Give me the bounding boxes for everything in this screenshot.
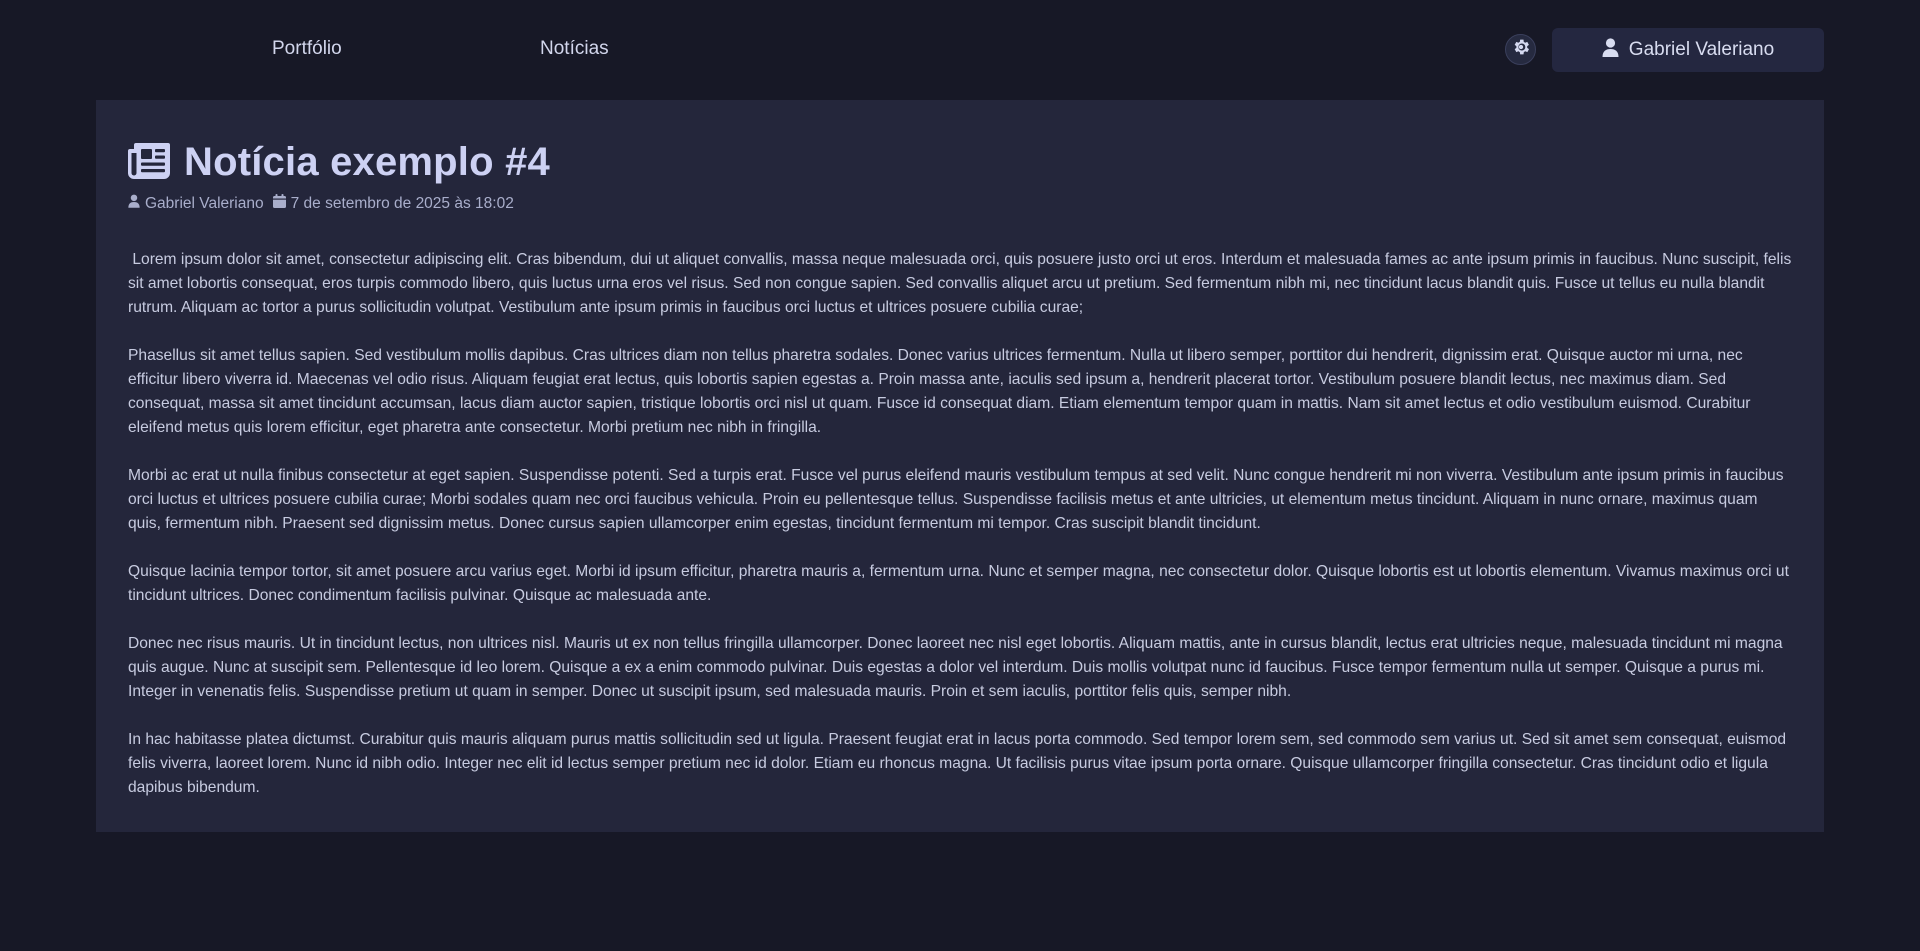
article-meta: Gabriel Valeriano 7 de setembro de 2025 … xyxy=(128,194,523,213)
author-name: Gabriel Valeriano xyxy=(145,194,264,212)
article-card: Notícia exemplo #4 Gabriel Valeriano 7 d… xyxy=(96,100,1824,832)
date-text: 7 de setembro de 2025 às 18:02 xyxy=(290,194,514,212)
article-paragraph: Phasellus sit amet tellus sapien. Sed ve… xyxy=(128,347,1751,436)
user-icon xyxy=(1602,37,1619,63)
article-paragraph: Lorem ipsum dolor sit amet, consectetur … xyxy=(128,251,1796,316)
nav-link-portfolio[interactable]: Portfólio xyxy=(272,38,342,60)
nav-link-noticias[interactable]: Notícias xyxy=(540,38,609,60)
article-paragraph: Morbi ac erat ut nulla finibus consectet… xyxy=(128,467,1784,532)
calendar-icon xyxy=(272,194,286,213)
article-date: 7 de setembro de 2025 às 18:02 xyxy=(272,194,514,213)
newspaper-icon xyxy=(128,141,170,184)
navbar: Portfólio Notícias Gabriel Valeriano xyxy=(0,0,1920,100)
article-paragraph: Quisque lacinia tempor tortor, sit amet … xyxy=(128,563,1789,604)
theme-toggle-button[interactable] xyxy=(1505,34,1536,65)
user-menu-button[interactable]: Gabriel Valeriano xyxy=(1552,28,1824,72)
page-title: Notícia exemplo #4 xyxy=(184,140,550,184)
article-author: Gabriel Valeriano xyxy=(128,194,264,213)
gear-icon xyxy=(1511,37,1531,62)
user-icon xyxy=(128,194,140,213)
article-header: Notícia exemplo #4 xyxy=(128,140,550,185)
user-name: Gabriel Valeriano xyxy=(1628,39,1775,60)
article-paragraph: Donec nec risus mauris. Ut in tincidunt … xyxy=(128,635,1783,700)
article-paragraph: In hac habitasse platea dictumst. Curabi… xyxy=(128,731,1787,796)
article-body: Lorem ipsum dolor sit amet, consectetur … xyxy=(128,248,1792,824)
